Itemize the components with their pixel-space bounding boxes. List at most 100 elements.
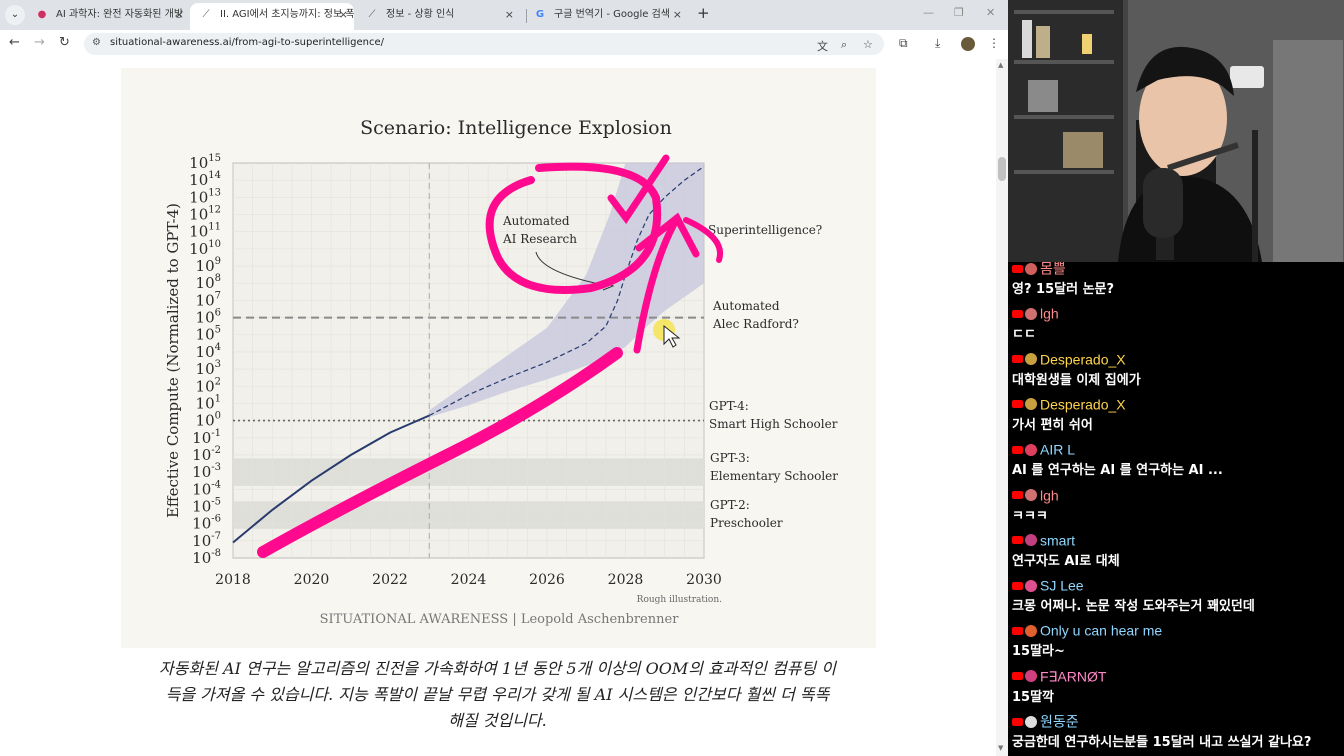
chat-message-header: 원동준	[1012, 711, 1342, 731]
chat-author[interactable]: F∃ARNØT	[1040, 668, 1106, 684]
youtube-icon	[1012, 717, 1023, 726]
avatar[interactable]	[1025, 398, 1037, 411]
chat-message: AIR L AI 를 연구하는 AI 를 연구하는 AI ...	[1012, 439, 1342, 483]
avatar[interactable]	[1025, 307, 1037, 320]
chat-message: Only u can hear me 15딸라~	[1012, 620, 1342, 664]
y-tick-label: 1013	[189, 187, 221, 206]
y-tick-label: 10-6	[192, 514, 221, 533]
minimize-button[interactable]: —	[923, 6, 934, 19]
chat-message: Desperado_X 가서 편히 쉬어	[1012, 394, 1342, 438]
browser-toolbar: ← → ↻ ⚙ situational-awareness.ai/from-ag…	[0, 30, 1008, 59]
chat-author[interactable]: Desperado_X	[1040, 396, 1126, 412]
scroll-down-icon[interactable]: ▼	[998, 744, 1003, 752]
close-tab-icon[interactable]: ×	[175, 3, 184, 27]
vertical-scrollbar[interactable]: ▲ ▼	[996, 59, 1008, 756]
annotation-text: AI Research	[502, 232, 577, 246]
avatar[interactable]	[1025, 489, 1037, 501]
chart-footnote: Rough illustration.	[637, 595, 722, 605]
avatar[interactable]	[1025, 534, 1037, 547]
tab-ai-scientist[interactable]: ● AI 과학자: 완전 자동화된 개방 ×	[26, 3, 190, 30]
menu-icon[interactable]: ⋮	[988, 36, 1000, 50]
band-label: GPT-3:	[710, 451, 750, 465]
extensions-icon[interactable]: ⧉	[899, 36, 908, 51]
page-favicon-icon: ⟋	[368, 9, 376, 20]
chat-message: Desperado_X 대학원생들 이제 집에가	[1012, 349, 1342, 393]
y-tick-label: 10-4	[192, 479, 221, 498]
chat-message: F∃ARNØT 15딸깍	[1012, 666, 1342, 710]
scrollbar-thumb[interactable]	[998, 157, 1006, 181]
bookmark-star-icon[interactable]: ☆	[863, 38, 873, 51]
chat-message-header: lgh	[1012, 485, 1342, 505]
avatar[interactable]	[1025, 624, 1037, 637]
close-tab-icon[interactable]: ×	[339, 3, 348, 27]
reference-label: Automated	[712, 299, 780, 313]
y-tick-label: 1015	[189, 153, 221, 172]
reload-button[interactable]: ↻	[59, 35, 70, 50]
chat-author[interactable]: SJ Lee	[1040, 578, 1084, 594]
y-tick-label: 104	[196, 342, 221, 361]
avatar[interactable]	[1025, 443, 1037, 456]
chat-message: lgh ㄷㄷ	[1012, 303, 1342, 347]
avatar[interactable]	[1025, 353, 1037, 366]
new-tab-button[interactable]: +	[697, 4, 710, 22]
y-tick-label: 106	[196, 308, 221, 327]
chat-text: 15딸깍	[1012, 689, 1055, 705]
figure-caption: 자동화된 AI 연구는 알고리즘의 진전을 가속화하여 1년 동안 5개 이상의…	[110, 656, 885, 734]
plus-icon: +	[697, 4, 710, 22]
reload-icon: ↻	[59, 35, 70, 50]
chat-text: 크몽 어쩌나. 논문 작성 도와주는거 꽤있던데	[1012, 599, 1255, 615]
forward-button[interactable]: →	[34, 35, 45, 50]
chat-author[interactable]: Desperado_X	[1040, 351, 1126, 367]
tab-title: II. AGI에서 초지능까지: 정보 폭	[220, 9, 354, 20]
x-tick-label: 2030	[686, 572, 722, 588]
avatar[interactable]	[1025, 579, 1037, 592]
profile-avatar[interactable]	[961, 37, 975, 51]
chat-message-header: smart	[1012, 530, 1342, 550]
y-tick-label: 101	[196, 393, 221, 412]
chat-text: 대학원생들 이제 집에가	[1012, 372, 1141, 388]
intelligence-explosion-chart: 1015101410131012101110101091081071061051…	[164, 117, 838, 627]
tab-title: 정보 - 상황 인식	[386, 9, 455, 20]
translate-icon[interactable]: 文	[817, 38, 828, 54]
avatar[interactable]	[1025, 715, 1037, 728]
avatar[interactable]	[1025, 670, 1037, 683]
chat-author[interactable]: 몸쁠	[1040, 262, 1066, 277]
avatar[interactable]	[1025, 262, 1037, 275]
tab-google-translate[interactable]: G 구글 번역기 - Google 검색 ×	[524, 3, 688, 30]
address-bar[interactable]: ⚙ situational-awareness.ai/from-agi-to-s…	[84, 33, 884, 55]
url-text[interactable]: situational-awareness.ai/from-agi-to-sup…	[110, 37, 384, 48]
chat-message-header: Only u can hear me	[1012, 620, 1342, 640]
close-window-button[interactable]: ✕	[986, 6, 995, 19]
y-tick-label: 10-1	[192, 428, 221, 447]
chat-author[interactable]: Only u can hear me	[1040, 623, 1162, 639]
chat-author[interactable]: lgh	[1040, 487, 1059, 503]
chat-author[interactable]: 원동준	[1040, 714, 1079, 730]
tab-title: AI 과학자: 완전 자동화된 개방	[56, 9, 184, 20]
chat-message: smart 연구자도 AI로 대체	[1012, 530, 1342, 574]
scroll-up-icon[interactable]: ▲	[998, 61, 1003, 69]
chat-text: 영? 15달러 논문?	[1012, 282, 1115, 297]
tab-situational-awareness[interactable]: ⟋ 정보 - 상황 인식 ×	[356, 3, 520, 30]
page-favicon-icon: ⟋	[202, 9, 210, 20]
zoom-icon[interactable]: ⌕	[841, 38, 847, 52]
close-tab-icon[interactable]: ×	[673, 3, 682, 27]
reference-label: Smart High Schooler	[709, 417, 838, 431]
tab-title: 구글 번역기 - Google 검색	[554, 9, 670, 20]
caption-line: 해질 것입니다.	[448, 711, 547, 730]
download-icon[interactable]: ⤓	[935, 36, 940, 51]
youtube-icon	[1012, 536, 1023, 545]
tab-agi-superintelligence[interactable]: ⟋ II. AGI에서 초지능까지: 정보 폭 ×	[190, 3, 354, 30]
close-tab-icon[interactable]: ×	[505, 3, 514, 27]
chat-author[interactable]: smart	[1040, 532, 1075, 548]
tab-search-button[interactable]: ⌄	[5, 5, 25, 25]
youtube-icon	[1012, 626, 1023, 635]
back-button[interactable]: ←	[9, 35, 20, 50]
browser-window: ⌄ ● AI 과학자: 완전 자동화된 개방 × ⟋ II. AGI에서 초지능…	[0, 0, 1008, 756]
y-tick-label: 10-5	[192, 496, 221, 515]
maximize-button[interactable]: ❐	[954, 6, 964, 19]
chat-author[interactable]: AIR L	[1040, 442, 1075, 458]
site-settings-icon[interactable]: ⚙	[92, 37, 101, 48]
chat-author[interactable]: lgh	[1040, 306, 1059, 322]
band-label: GPT-2:	[710, 498, 750, 512]
y-tick-label: 10-3	[192, 462, 221, 481]
